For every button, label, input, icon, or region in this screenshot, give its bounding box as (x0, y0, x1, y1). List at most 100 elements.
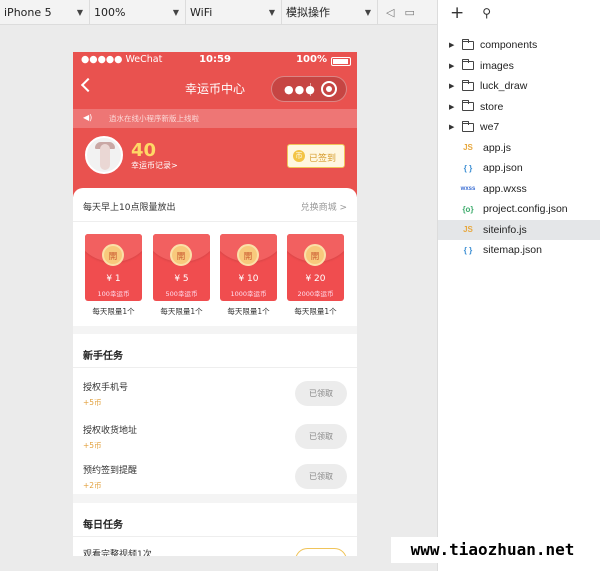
open-badge: 開 (237, 244, 259, 266)
packet-cost: 2000幸运币 (297, 290, 334, 298)
folder-label: images (480, 59, 514, 72)
file-label: app.wxss (483, 182, 527, 195)
window-icon[interactable]: ▭ (404, 6, 414, 19)
json-file-icon: { } (463, 163, 473, 173)
file-label: project.config.json (483, 203, 568, 216)
folder-label: store (480, 100, 504, 113)
task-points: +2币 (83, 481, 102, 490)
daily-task-card: 每日任务 观看完整视频1次 (73, 503, 357, 556)
packet-cost: 100幸运币 (97, 290, 130, 298)
file-siteinfo-js[interactable]: JS siteinfo.js (438, 219, 600, 240)
task-item: 授权收货地址 +5币 已领取 (73, 417, 357, 459)
section-header: 新手任务 (73, 334, 357, 368)
wxss-file-icon: wxss (460, 185, 476, 192)
json-file-icon: { } (463, 245, 473, 255)
file-label: siteinfo.js (483, 223, 527, 236)
battery-label: 100% (296, 54, 327, 65)
open-badge: 開 (102, 244, 124, 266)
network-select[interactable]: WiFi ▼ (186, 0, 282, 24)
open-badge: 開 (170, 244, 192, 266)
packet-amount: ¥ 10 (238, 274, 259, 284)
status-bar: ●●●●● WeChat 10:59 100% (73, 52, 357, 70)
coin-record-link[interactable]: 幸运币记录> (131, 160, 178, 171)
file-sitemap-json[interactable]: { } sitemap.json (438, 240, 600, 261)
exchange-card: 每天早上10点限量放出 兑换商城 > 開 ¥ 1 100幸运币 開 ¥ 5 500幸运币… (73, 188, 357, 326)
task-name: 预约签到提醒 (83, 466, 138, 476)
chevron-down-icon: ▼ (76, 7, 83, 17)
coin-balance: 40 (131, 140, 157, 161)
search-icon[interactable]: ⚲ (482, 6, 491, 20)
folder-icon (462, 100, 474, 112)
avatar[interactable] (85, 136, 123, 174)
file-tree: ▶ components ▶ images ▶ luck_draw ▶ store ▶ w… (438, 35, 600, 261)
close-miniprogram-icon[interactable] (321, 81, 337, 97)
task-item: 授权手机号 +5币 已领取 (73, 374, 357, 416)
red-packet[interactable]: 開 ¥ 20 2000幸运币 (287, 234, 344, 301)
folder-icon (462, 59, 474, 71)
exchange-title: 每天早上10点限量放出 (83, 203, 176, 213)
packet-limit: 每天限量1个 (160, 307, 203, 316)
folder-icon (462, 79, 474, 91)
claimed-button[interactable]: 已领取 (295, 464, 347, 489)
chevron-down-icon: ▼ (172, 7, 179, 17)
folder-luck-draw[interactable]: ▶ luck_draw (438, 76, 600, 97)
packet-cost: 500幸运币 (165, 290, 198, 298)
section-title: 每日任务 (83, 520, 123, 531)
add-icon[interactable]: + (450, 3, 464, 23)
claimed-button[interactable]: 已领取 (295, 381, 347, 406)
folder-store[interactable]: ▶ store (438, 97, 600, 118)
avatar-figure (100, 144, 110, 170)
folder-label: components (480, 39, 538, 52)
folder-we7[interactable]: ▶ we7 (438, 117, 600, 138)
red-packet[interactable]: 開 ¥ 10 1000幸运币 (220, 234, 277, 301)
file-label: app.js (483, 141, 512, 154)
task-button[interactable] (295, 548, 347, 556)
zoom-select[interactable]: 100% ▼ (90, 0, 186, 24)
battery-icon (331, 57, 351, 66)
more-icon[interactable]: ●●● (284, 83, 316, 96)
task-name: 授权手机号 (83, 383, 129, 393)
packet-amount: ¥ 1 (106, 274, 121, 284)
packet-limit: 每天限量1个 (294, 307, 337, 316)
simulator-toolbar: iPhone 5 ▼ 100% ▼ WiFi ▼ 模拟操作 ▼ ◁ ▭ (0, 0, 437, 25)
packet-amount: ¥ 5 (174, 274, 189, 284)
menu-capsule[interactable]: ●●● (271, 76, 347, 102)
section-header: 每日任务 (73, 503, 357, 537)
capsule-divider (310, 83, 311, 96)
file-label: sitemap.json (483, 244, 542, 257)
folder-icon (462, 38, 474, 50)
coin-icon: 币 (293, 150, 305, 162)
chevron-right-icon: ▶ (449, 83, 455, 91)
folder-images[interactable]: ▶ images (438, 56, 600, 77)
chevron-down-icon: ▼ (268, 7, 275, 17)
file-app-json[interactable]: { } app.json (438, 158, 600, 179)
claimed-button[interactable]: 已领取 (295, 424, 347, 449)
store-link[interactable]: 兑换商城 > (301, 200, 347, 213)
notice-bar: ◀) 逍水在线小程序新版上线啦 (73, 109, 357, 128)
chevron-right-icon: ▶ (449, 62, 455, 70)
js-file-icon: JS (463, 143, 473, 153)
device-label: iPhone 5 (4, 5, 52, 19)
chevron-right-icon: ▶ (449, 42, 455, 50)
signed-button[interactable]: 币 已签到 (287, 144, 345, 168)
folder-components[interactable]: ▶ components (438, 35, 600, 56)
exchange-header: 每天早上10点限量放出 兑换商城 > (73, 188, 357, 222)
file-app-js[interactable]: JS app.js (438, 138, 600, 159)
device-select[interactable]: iPhone 5 ▼ (0, 0, 90, 24)
file-app-wxss[interactable]: wxss app.wxss (438, 179, 600, 200)
file-project-config[interactable]: {o} project.config.json (438, 199, 600, 220)
file-explorer: + ⚲ ▶ components ▶ images ▶ luck_draw ▶ stor… (438, 0, 600, 571)
packet-amount: ¥ 20 (305, 274, 326, 284)
chevron-down-icon: ▼ (364, 7, 371, 17)
section-title: 新手任务 (83, 351, 123, 362)
task-points: +5币 (83, 441, 102, 450)
js-file-icon: JS (463, 225, 473, 235)
packet-limit: 每天限量1个 (227, 307, 270, 316)
task-item: 观看完整视频1次 (73, 541, 357, 556)
folder-icon (462, 120, 474, 132)
volume-icon[interactable]: ◁ (386, 6, 394, 19)
red-packet[interactable]: 開 ¥ 5 500幸运币 (153, 234, 210, 301)
network-label: WiFi (190, 5, 213, 19)
operation-select[interactable]: 模拟操作 ▼ (282, 0, 378, 24)
red-packet[interactable]: 開 ¥ 1 100幸运币 (85, 234, 142, 301)
